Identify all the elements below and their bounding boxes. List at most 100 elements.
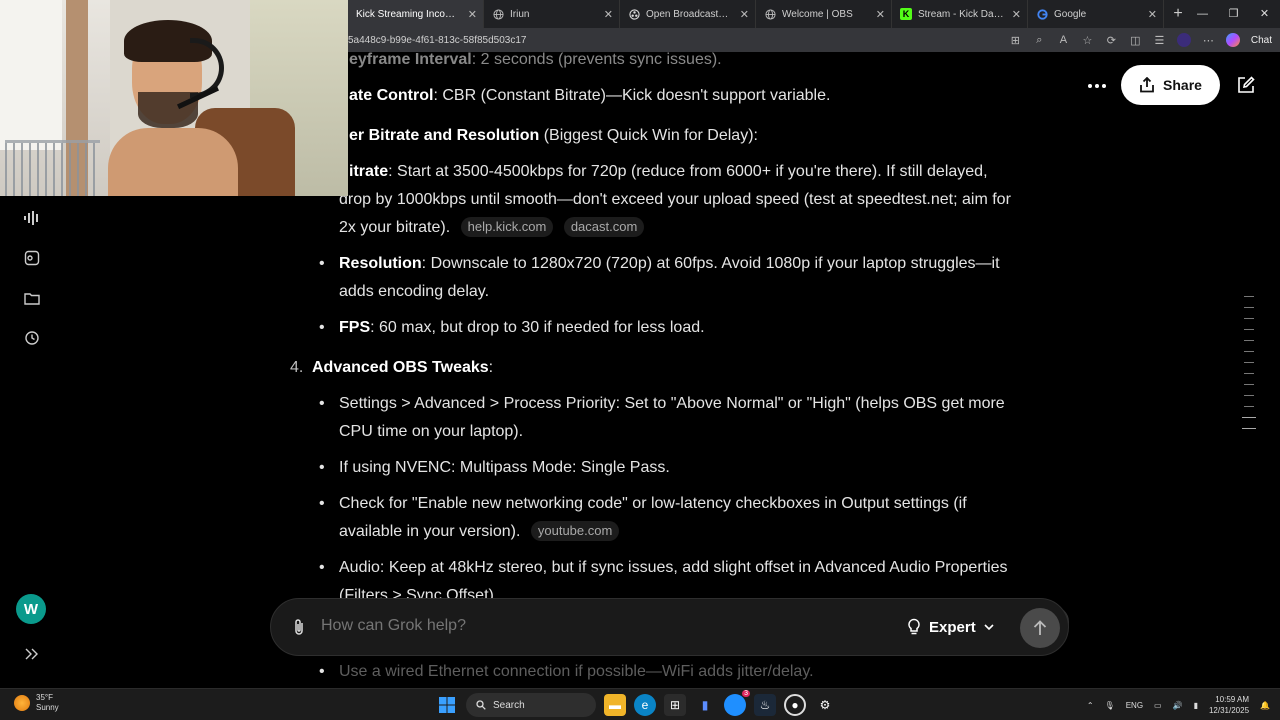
close-icon[interactable]: ✕ [1148,8,1157,21]
favorite-star-icon[interactable]: ☆ [1081,34,1094,47]
bar-chart-app-icon[interactable]: ▮ [694,694,716,716]
weather-temp: 35°F [36,693,53,702]
list-item-nvenc: If using NVENC: Multipass Mode: Single P… [319,454,670,482]
list-item-audio: Audio: Keep at 48kHz stereo, but if sync… [319,554,1008,582]
bold-term: itrate [349,163,389,180]
tab-label: Open Broadcaster Software [646,8,733,20]
chat-label[interactable]: Chat [1251,35,1272,46]
chevron-up-icon[interactable]: ⌃ [1087,701,1094,710]
section-heading-bitrate: er Bitrate and Resolution (Biggest Quick… [349,122,758,150]
globe-icon [492,8,504,20]
webcam-drying-rack [5,140,100,196]
google-icon [1036,8,1048,20]
close-window-icon[interactable]: ✕ [1249,0,1280,28]
close-icon[interactable]: ✕ [468,8,477,21]
line-text: (Biggest Quick Win for Delay): [539,127,758,144]
bold-term: Advanced OBS Tweaks [312,359,489,376]
tab-welcome-obs[interactable]: Welcome | OBS ✕ [756,0,892,28]
network-icon[interactable]: ▭ [1154,701,1162,710]
bold-term: Resolution [339,255,422,272]
attach-paperclip-icon[interactable] [289,617,309,637]
edge-browser-icon[interactable]: e [634,694,656,716]
source-chip-youtube[interactable]: youtube.com [530,521,620,541]
tab-iriun[interactable]: Iriun ✕ [484,0,620,28]
list-item-resolution: Resolution: Downscale to 1280x720 (720p)… [319,250,1000,278]
arrow-up-icon [1033,620,1047,635]
close-icon[interactable]: ✕ [1012,8,1021,21]
chevron-down-icon [984,623,994,630]
tab-google[interactable]: Google ✕ [1028,0,1164,28]
bold-term: FPS [339,319,371,336]
battery-icon[interactable]: ▮ [1194,701,1198,710]
sun-icon [14,695,30,711]
rate-control-line: ate Control: CBR (Constant Bitrate)—Kick… [349,82,830,110]
tab-label: Iriun [510,8,530,20]
bold-term: er Bitrate and Resolution [349,127,540,144]
address-bar-icons: ⊞ ⌕ A ☆ ⟳ ◫ ☰ ⋯ Chat [1009,28,1272,52]
close-icon[interactable]: ✕ [876,8,885,21]
send-button[interactable] [1020,608,1060,648]
steam-icon[interactable]: ♨ [754,694,776,716]
obs-icon [628,8,640,20]
copilot-icon[interactable] [1225,33,1240,47]
chat-app-icon[interactable]: 3 [724,690,750,716]
notifications-icon[interactable]: 🔔 [1260,701,1270,710]
line-text: : 2 seconds (prevents sync issues). [471,52,722,68]
windows-taskbar: 35°F Sunny Search ▬ e ⊞ ▮ 3 ♨ ● ⚙ ⌃ 🎙 EN… [0,688,1280,720]
system-tray: ⌃ 🎙 ENG ▭ 🔊 ▮ 10:59 AM 12/31/2025 🔔 [1087,689,1270,720]
line-text: : Start at 3500-4500kbps for 720p (reduc… [388,163,988,180]
tab-kick-dashboard[interactable]: K Stream - Kick Dashboard ✕ [892,0,1028,28]
volume-icon[interactable]: 🔊 [1173,701,1183,710]
prompt-composer: Expert [270,598,1069,656]
webcam-window [0,0,62,150]
system-clock[interactable]: 10:59 AM 12/31/2025 [1209,694,1249,716]
language-indicator[interactable]: ENG [1126,701,1143,710]
weather-text: 35°F Sunny [36,693,59,713]
restore-icon[interactable]: ❐ [1218,0,1249,28]
profile-icon[interactable] [1176,33,1191,47]
tab-grok[interactable]: Kick Streaming Income: Foll ✕ [348,0,484,28]
obs-taskbar-icon[interactable]: ● [784,694,806,716]
refresh-icon[interactable]: ⟳ [1105,34,1118,47]
source-chip-dacast[interactable]: dacast.com [563,217,645,237]
windows-start-icon[interactable] [436,694,458,716]
tab-obs[interactable]: Open Broadcaster Software ✕ [620,0,756,28]
taskbar-apps: Search ▬ e ⊞ ▮ 3 ♨ ● ⚙ [436,690,836,718]
split-screen-icon[interactable]: ◫ [1129,34,1142,47]
file-explorer-icon[interactable]: ▬ [604,694,626,716]
webcam-person-beard [138,92,198,128]
taskbar-search[interactable]: Search [466,693,596,717]
keyframe-line: eyframe Interval: 2 seconds (prevents sy… [349,52,722,74]
app-install-icon[interactable]: ⊞ [1009,34,1022,47]
url-text[interactable]: 5a448c9-b99e-4f61-813c-58f85d503c17 [348,35,526,46]
zoom-icon[interactable]: ⌕ [1033,34,1046,47]
prompt-input[interactable] [321,617,821,635]
list-item-ethernet: Use a wired Ethernet connection if possi… [319,658,814,686]
section-heading-advanced-obs: Advanced OBS Tweaks: [312,354,493,382]
line-text: : Downscale to 1280x720 (720p) at 60fps.… [421,255,1000,272]
favorites-icon[interactable]: ☰ [1153,34,1166,47]
list-item-fps: FPS: 60 max, but drop to 30 if needed fo… [319,314,705,342]
list-item-networking: Check for "Enable new networking code" o… [319,490,967,518]
weather-widget[interactable]: 35°F Sunny [14,693,59,713]
line-text: : [488,359,494,376]
microsoft-store-icon[interactable]: ⊞ [664,694,686,716]
close-icon[interactable]: ✕ [740,8,749,21]
globe-icon [764,8,776,20]
source-chip-help-kick[interactable]: help.kick.com [460,217,554,237]
notification-badge: 3 [742,690,750,697]
process-priority-line-2: CPU time on your laptop). [339,423,524,440]
model-mode-selector[interactable]: Expert [907,615,994,639]
microphone-icon[interactable]: 🎙 [1105,701,1115,710]
read-aloud-icon[interactable]: A [1057,34,1070,47]
webcam-person-torso [108,128,238,196]
clock-date: 12/31/2025 [1208,706,1250,715]
minimize-icon[interactable]: — [1187,0,1218,28]
search-label: Search [493,699,525,711]
more-options-icon[interactable]: ⋯ [1202,34,1215,47]
close-icon[interactable]: ✕ [604,8,613,21]
settings-gear-icon[interactable]: ⚙ [814,694,836,716]
resolution-line-2: adds encoding delay. [339,283,490,300]
window-controls: — ❐ ✕ [1187,0,1280,28]
networking-line-2: available in your version). youtube.com [339,518,620,546]
